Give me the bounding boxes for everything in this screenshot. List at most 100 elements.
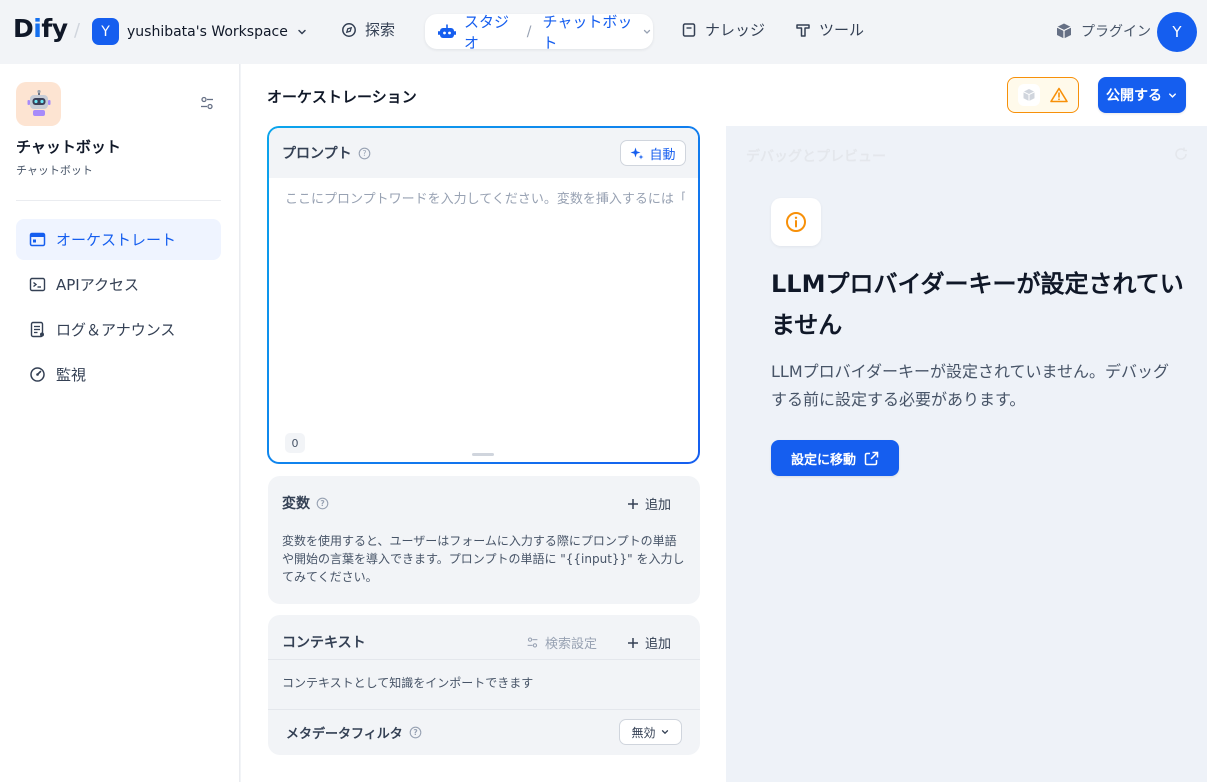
prompt-card: プロンプト ? 自動 ここにプロンプトワードを入力してください。変数を挿入するに…: [267, 126, 700, 464]
nav-tools[interactable]: ツール: [795, 19, 864, 40]
help-circle-icon[interactable]: ?: [358, 147, 371, 160]
page-title: オーケストレーション: [267, 88, 417, 106]
add-context-button[interactable]: 追加: [627, 633, 671, 652]
nav-knowledge[interactable]: ナレッジ: [681, 19, 765, 40]
sliders-icon: [199, 95, 215, 111]
app-type: チャットボット: [16, 164, 93, 177]
hammer-icon: [795, 22, 811, 38]
prompt-header: プロンプト ? 自動: [269, 128, 698, 178]
prompt-title: プロンプト: [282, 146, 352, 162]
workspace-avatar: Y: [92, 18, 119, 45]
info-tile: [771, 198, 821, 246]
prompt-textarea[interactable]: ここにプロンプトワードを入力してください。変数を挿入するには「{」を、...: [285, 188, 685, 207]
token-count-badge: 0: [285, 433, 305, 453]
divider: [16, 200, 221, 201]
model-warning-button[interactable]: [1007, 77, 1079, 113]
sidebar-item-label: 監視: [56, 366, 87, 384]
help-circle-icon[interactable]: ?: [316, 497, 329, 510]
refresh-icon: [1173, 146, 1189, 162]
svg-text:?: ?: [413, 728, 417, 737]
chevron-down-icon: [296, 26, 308, 38]
app-settings-button[interactable]: [199, 95, 215, 111]
resize-handle[interactable]: [472, 453, 494, 456]
chevron-down-icon: [641, 26, 653, 38]
terminal-icon: [29, 276, 46, 293]
sidebar-item-logs[interactable]: ログ＆アナウンス: [16, 309, 221, 350]
nav-separator: /: [526, 23, 532, 40]
dify-logo[interactable]: Dify: [13, 14, 68, 43]
plugin-label: プラグイン: [1081, 24, 1151, 40]
publish-button[interactable]: 公開する: [1098, 77, 1186, 113]
sliders-icon: [526, 636, 539, 649]
sidebar-item-label: オーケストレート: [56, 231, 177, 249]
sidebar-item-api-access[interactable]: APIアクセス: [16, 264, 221, 305]
cube-icon: [1018, 84, 1040, 106]
nav-explore-label: 探索: [365, 21, 396, 39]
breadcrumb-separator: /: [74, 20, 81, 41]
chevron-down-icon: [1167, 90, 1178, 101]
preview-title: デバッグとプレビュー: [746, 149, 886, 165]
user-avatar[interactable]: Y: [1157, 12, 1197, 52]
nav-studio[interactable]: スタジオ / チャットボット: [425, 13, 653, 52]
nav-studio-label: スタジオ: [464, 12, 510, 52]
robot-emoji-icon: [25, 90, 53, 118]
warning-description: LLMプロバイダーキーが設定されていません。デバッグする前に設定する必要がありま…: [771, 362, 1170, 409]
metadata-filter-label: メタデータフィルタ: [286, 727, 403, 742]
auto-generate-button[interactable]: 自動: [620, 140, 686, 166]
context-title: コンテキスト: [282, 635, 366, 651]
top-bar: Dify / Y yushibata's Workspace 探索 スタジオ /…: [0, 0, 1207, 64]
auto-label: 自動: [649, 147, 676, 163]
sidebar-item-label: APIアクセス: [56, 276, 139, 294]
search-settings-label: 検索設定: [545, 637, 598, 652]
nav-knowledge-label: ナレッジ: [705, 21, 766, 39]
plus-icon: [627, 637, 639, 649]
divider: [268, 709, 700, 710]
workspace-name: yushibata's Workspace: [127, 23, 288, 40]
book-icon: [681, 22, 697, 38]
debug-preview-panel: デバッグとプレビュー LLMプロバイダーキーが設定されていません LLMプロバイ…: [726, 126, 1207, 782]
divider: [268, 659, 700, 660]
plus-icon: [627, 498, 639, 510]
add-context-label: 追加: [645, 637, 672, 652]
variables-section: 変数 ? 追加 変数を使用すると、ユーザーはフォームに入力する際にプロンプトの単…: [268, 476, 700, 604]
variables-title: 変数 ?: [282, 493, 329, 513]
warning-triangle-icon: [1050, 87, 1068, 103]
prompt-card-inner: プロンプト ? 自動 ここにプロンプトワードを入力してください。変数を挿入するに…: [269, 128, 698, 462]
goto-settings-label: 設定に移動: [790, 452, 856, 468]
app-icon: [16, 82, 61, 126]
sparkle-icon: [630, 146, 644, 160]
app-switch-label[interactable]: チャットボット: [543, 11, 633, 53]
sidebar-item-orchestrate[interactable]: オーケストレート: [16, 219, 221, 260]
nav-tools-label: ツール: [819, 21, 865, 39]
help-circle-icon[interactable]: ?: [409, 726, 422, 739]
chevron-down-icon: [660, 727, 670, 737]
info-circle-icon: [785, 211, 807, 233]
sidebar-item-monitoring[interactable]: 監視: [16, 354, 221, 395]
compass-icon: [341, 22, 357, 38]
external-link-icon: [864, 451, 879, 466]
add-variable-button[interactable]: 追加: [627, 494, 671, 513]
variables-description: 変数を使用すると、ユーザーはフォームに入力する際にプロンプトの単語や開始の言葉を…: [282, 534, 685, 584]
dashboard-gauge-icon: [29, 366, 46, 383]
goto-settings-button[interactable]: 設定に移動: [771, 440, 899, 476]
sidebar-item-label: ログ＆アナウンス: [56, 321, 176, 339]
context-section: コンテキスト 検索設定 追加 コンテキストとして知識をインポートできます メタデ…: [268, 615, 700, 755]
svg-text:?: ?: [320, 499, 324, 508]
layout-window-icon: [29, 231, 46, 248]
main-panel: オーケストレーション 公開する プロンプト ? 自動 ここにプロンプトワードを入…: [241, 64, 1207, 782]
plugin-button[interactable]: プラグイン: [1055, 21, 1151, 41]
nav-explore[interactable]: 探索: [341, 19, 395, 40]
svg-text:?: ?: [362, 149, 366, 158]
app-name: チャットボット: [16, 138, 121, 156]
add-variable-label: 追加: [645, 498, 672, 513]
cube-icon: [1055, 22, 1073, 40]
context-description: コンテキストとして知識をインポートできます: [282, 676, 534, 690]
workspace-switcher[interactable]: Y yushibata's Workspace: [92, 18, 308, 45]
file-list-icon: [29, 321, 46, 338]
metadata-filter-value: 無効: [631, 725, 656, 740]
metadata-filter-select[interactable]: 無効: [619, 719, 682, 745]
search-settings-button: 検索設定: [526, 633, 597, 652]
metadata-filter-title: メタデータフィルタ ?: [286, 723, 422, 742]
robot-icon: [438, 24, 456, 40]
sidebar: チャットボット チャットボット オーケストレート APIアクセス ログ＆アナウン…: [0, 64, 240, 782]
